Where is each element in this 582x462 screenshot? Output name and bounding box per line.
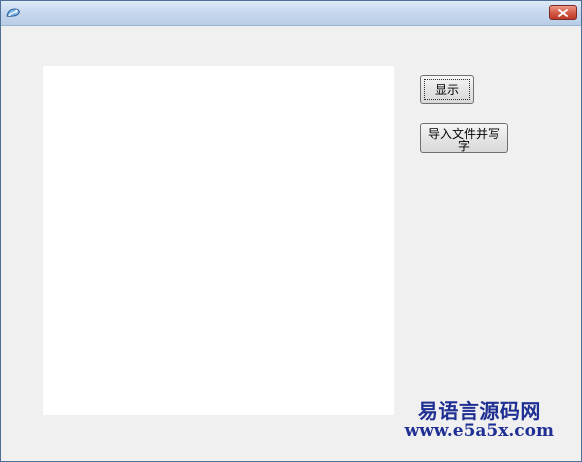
watermark: 易语言源码网 www.e5a5x.com xyxy=(405,401,554,440)
main-window: 显示 导入文件并写字 易语言源码网 www.e5a5x.com xyxy=(0,0,582,462)
close-icon xyxy=(558,9,568,17)
show-button[interactable]: 显示 xyxy=(420,75,474,104)
close-button[interactable] xyxy=(549,5,577,20)
watermark-title: 易语言源码网 xyxy=(417,399,541,423)
drawing-canvas[interactable] xyxy=(43,66,394,415)
window-client-area: 显示 导入文件并写字 易语言源码网 www.e5a5x.com xyxy=(1,26,581,461)
import-file-and-write-button[interactable]: 导入文件并写字 xyxy=(420,123,508,153)
import-button-label: 导入文件并写字 xyxy=(427,126,500,153)
focus-ring xyxy=(424,79,470,100)
title-bar[interactable] xyxy=(1,1,581,26)
watermark-url: www.e5a5x.com xyxy=(404,421,554,441)
app-icon xyxy=(5,5,21,21)
